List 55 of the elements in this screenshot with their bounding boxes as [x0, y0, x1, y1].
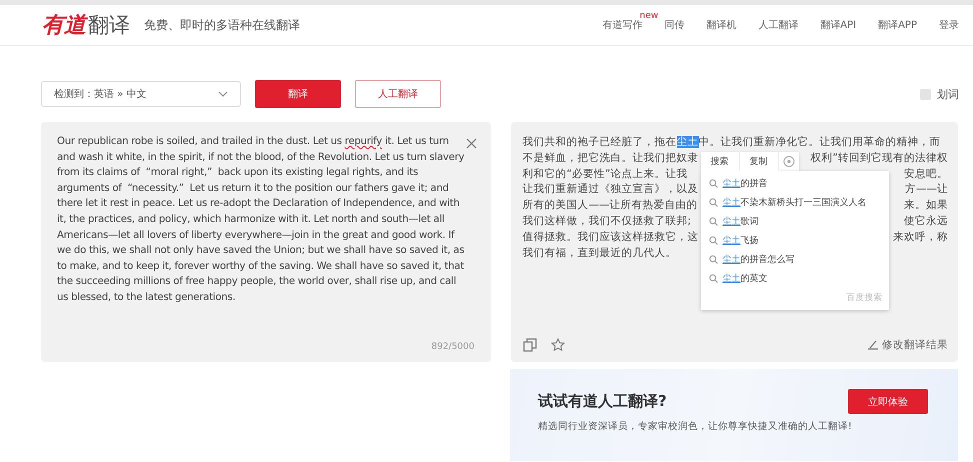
tagline: 免费、即时的多语种在线翻译: [144, 16, 300, 34]
nav-link[interactable]: 人工翻译: [758, 20, 798, 31]
banner-text: 精选同行业资深译员，专家审校润色，让你尊享快捷又准确的人工翻译!: [538, 420, 853, 433]
search-icon: [708, 217, 718, 226]
result-text: 来。如果: [904, 198, 948, 214]
nav-link[interactable]: 翻译APP: [878, 20, 917, 31]
logo-text: 翻译: [88, 12, 130, 39]
source-text[interactable]: Our republican robe is soiled, and trailed in the dust. Let us repurify it. Let us turn and wash it white, in the spirit, if not the blood, of the Revolution. Let us turn slavery from its claims of “moral right,” back upon its existing legal rights, and its arguments of “necessity.” Let us return it to the position our fathers gave it; and there let it rest in peace. Let us re-adopt the Declaration of Independence, and with it, the practices, and policy, which harmonize with it. Let north and south—let all Americans—let all lovers of liberty everywhere—join in the great and good work. If we do this, we shall not only have saved the Union; but we shall have so saved it, as to make, and to keep it, forever worthy of the saving. We shall have so saved it, that the succeeding millions of free happy people, the world over, shall rise up, and call us blessed, to the latest generations.: [57, 134, 465, 306]
pencil-icon: [867, 340, 879, 350]
suggestion-item[interactable]: 尘土歌词: [700, 212, 888, 231]
suggestion-item[interactable]: 尘土不染木新桥头打一三国演义人名: [700, 193, 888, 212]
result-text: 我们这样做，我们不仅拯救了联邦;: [522, 214, 692, 229]
popup-action[interactable]: 搜索: [700, 152, 740, 171]
result-text: 所有的美国人——让所有热爱自由的: [522, 198, 698, 214]
search-icon: [708, 255, 718, 264]
new-label: new: [640, 11, 658, 21]
character-count: 892/5000: [431, 342, 474, 352]
search-icon: [708, 236, 718, 245]
popup-action[interactable]: 复制: [740, 152, 778, 171]
nav-link[interactable]: 有道写作: [602, 20, 642, 31]
search-icon: [708, 198, 718, 207]
search-provider: 百度搜索: [846, 293, 882, 303]
suggestion-item[interactable]: 尘土的拼音怎么写: [700, 250, 888, 269]
suggestion-item[interactable]: 尘土的拼音: [700, 174, 888, 193]
try-now-button[interactable]: 立即体验: [848, 389, 928, 414]
star-icon[interactable]: [550, 338, 564, 352]
suggestion-item[interactable]: 尘土的英文: [700, 269, 888, 288]
result-text: 使它永远: [904, 214, 948, 229]
search-icon: [708, 274, 718, 283]
result-text: 方——让: [905, 182, 948, 198]
chevron-icon: [218, 91, 228, 97]
edit-result-link[interactable]: 修改翻译结果: [867, 338, 948, 352]
result-text: 安息吧。: [904, 166, 948, 182]
human-translation-button[interactable]: 人工翻译: [355, 80, 441, 108]
result-text: 权利”转回到它现有的法律权: [810, 150, 948, 166]
result-text: 不是鲜血，把它洗白。让我们把奴隶: [522, 150, 698, 166]
language-select[interactable]: 检测到：英语 » 中文: [41, 81, 241, 107]
search-icon: [708, 179, 718, 188]
result-text: 我们有福，直到最近的几代人。: [522, 246, 676, 261]
copy-icon[interactable]: [522, 338, 536, 352]
nav-link[interactable]: 翻译API: [820, 20, 856, 31]
result-text: 利和它的“必要性”论点上来。让我: [522, 166, 688, 182]
nav-link[interactable]: 翻译机: [706, 20, 736, 31]
close-icon[interactable]: [466, 138, 476, 149]
checkbox-label: 划词: [937, 86, 959, 102]
banner-title: 试试有道人工翻译?: [538, 392, 667, 411]
suggestion-item[interactable]: 尘土飞扬: [700, 231, 888, 250]
nav-link[interactable]: 同传: [664, 20, 684, 31]
translate-button[interactable]: 翻译: [255, 80, 341, 108]
nav-link[interactable]: 登录: [939, 20, 959, 31]
logo-mark: 有道: [42, 10, 86, 40]
result-text: 让我们重新通过《独立宣言》，以及: [522, 182, 698, 198]
result-text: 值得拯救。我们应该这样拯救它，这: [522, 230, 698, 245]
checkbox[interactable]: [920, 88, 931, 100]
result-text: 来欢呼，称: [893, 230, 948, 245]
